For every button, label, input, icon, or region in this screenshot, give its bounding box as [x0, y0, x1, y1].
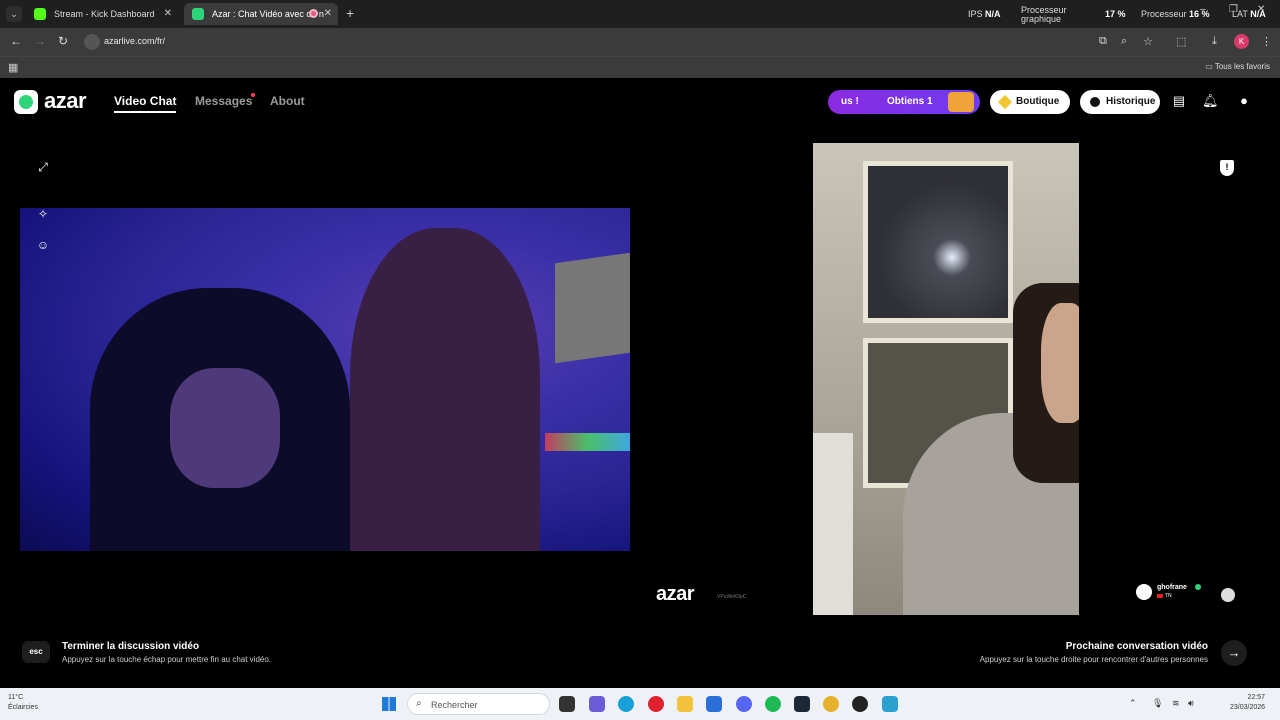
store-app-icon[interactable]	[706, 696, 722, 712]
task-view-icon[interactable]	[559, 696, 575, 712]
peer-camera-feed	[813, 143, 1079, 615]
messages-notification-dot	[251, 93, 255, 97]
reload-icon[interactable]: ↻	[58, 34, 68, 48]
next-chat-subtitle: Appuyez sur la touche droite pour rencon…	[979, 655, 1208, 664]
close-window-icon[interactable]: ✕	[1257, 4, 1265, 15]
file-explorer-icon[interactable]	[677, 696, 693, 712]
microphone-icon[interactable]: 🎙︎	[1152, 698, 1163, 709]
gem-icon	[997, 94, 1013, 110]
end-chat-subtitle: Appuyez sur la touche échap pour mettre …	[62, 655, 272, 664]
bookmarks-bar: ▦ ▭ Tous les favoris	[0, 56, 1280, 78]
restore-window-icon[interactable]: ❐	[1229, 4, 1238, 15]
close-tab-icon[interactable]: ✕	[164, 3, 172, 25]
end-chat-title: Terminer la discussion vidéo	[62, 641, 200, 652]
downloads-icon[interactable]: ⤓	[1212, 35, 1217, 48]
tab-kick-dashboard[interactable]: Stream - Kick Dashboard ✕	[26, 3, 178, 25]
zoom-icon[interactable]: ⌕	[1121, 35, 1127, 48]
taskbar-clock[interactable]: 22:57 23/03/2026	[1230, 693, 1265, 713]
tab-bar: ⌄ Stream - Kick Dashboard ✕ Azar : Chat …	[0, 0, 1280, 28]
new-tab-button[interactable]: +	[346, 5, 354, 21]
nav-messages[interactable]: Messages	[195, 94, 252, 108]
self-camera-feed	[20, 208, 630, 551]
next-chat-arrow-button[interactable]: →	[1221, 640, 1247, 666]
clock-icon	[1090, 97, 1100, 107]
profile-avatar[interactable]: K	[1234, 34, 1249, 49]
tray-chevron-icon[interactable]: ⌃	[1129, 698, 1137, 709]
perf-gpu-value: 17 %	[1105, 9, 1126, 19]
tab-azar[interactable]: Azar : Chat Vidéo avec de n ✕	[184, 3, 338, 25]
next-chat-title: Prochaine conversation vidéo	[1065, 641, 1208, 652]
notification-bell-icon[interactable]: 🔔︎	[1202, 93, 1219, 109]
install-app-icon[interactable]: ⧉	[1099, 35, 1107, 48]
peer-country: TN	[1165, 593, 1172, 599]
close-tab-icon[interactable]: ✕	[324, 3, 332, 25]
all-bookmarks-button[interactable]: ▭ Tous les favoris	[1205, 62, 1270, 71]
obs-icon[interactable]	[852, 696, 868, 712]
azar-watermark: azar	[656, 583, 695, 605]
weather-widget[interactable]: 11°C Éclaircies	[8, 693, 38, 713]
nav-about[interactable]: About	[270, 94, 305, 108]
bookmark-star-icon[interactable]: ☆	[1143, 35, 1153, 48]
windows-start-icon[interactable]	[382, 697, 396, 711]
windows-taskbar: 11°C Éclaircies ⌕ Rechercher ⌃ 🎙︎ ≋ 🔊︎ 2…	[0, 688, 1280, 720]
extensions-icon[interactable]: ⬚	[1176, 35, 1186, 48]
user-profile-icon[interactable]: ●	[1236, 93, 1252, 109]
expand-icon[interactable]: ⤢	[36, 160, 50, 174]
app-icon[interactable]	[882, 696, 898, 712]
taskbar-search[interactable]: ⌕ Rechercher	[407, 693, 550, 715]
gift-icon[interactable]	[1221, 588, 1235, 602]
chrome-icon[interactable]	[823, 696, 839, 712]
kick-favicon-icon	[34, 8, 46, 20]
browser-toolbar: ← → ↻ azarlive.com/fr/ ⧉ ⌕ ☆ ⬚ ⤓ K ⋮	[0, 28, 1280, 56]
shop-button[interactable]: Boutique	[990, 90, 1070, 114]
url-text: azarlive.com/fr/	[104, 36, 166, 46]
opera-icon[interactable]	[648, 696, 664, 712]
recording-indicator-icon	[309, 9, 318, 18]
apps-grid-icon[interactable]: ▦	[8, 61, 18, 74]
azar-logo-icon	[14, 90, 38, 114]
report-shield-icon[interactable]: !	[1220, 160, 1234, 176]
history-button[interactable]: Historique	[1080, 90, 1160, 114]
store-icon[interactable]: ▤	[1171, 93, 1187, 109]
forward-icon[interactable]: →	[34, 34, 46, 48]
address-bar[interactable]: azarlive.com/fr/	[80, 32, 1130, 52]
verified-icon	[1195, 584, 1201, 590]
peer-name: ghofrane	[1157, 584, 1187, 591]
perf-ips: IPS N/A	[968, 9, 1001, 19]
back-icon[interactable]: ←	[10, 34, 22, 48]
azar-page: azar Video Chat Messages About us ! Obti…	[0, 78, 1280, 688]
spotify-icon[interactable]	[765, 696, 781, 712]
tab-search-button[interactable]: ⌄	[6, 6, 22, 22]
sticker-icon[interactable]: ☺	[36, 238, 50, 252]
steam-icon[interactable]	[794, 696, 810, 712]
minimize-window-icon[interactable]: –	[1200, 4, 1206, 15]
azar-favicon-icon	[192, 8, 204, 20]
volume-icon[interactable]: 🔊︎	[1188, 698, 1194, 709]
magic-filter-icon[interactable]: ✧	[36, 207, 50, 221]
tab-title: Azar : Chat Vidéo avec de n	[212, 9, 324, 19]
watermark-id: VPuWeK0pC	[717, 594, 747, 600]
perf-gpu-label: Processeur graphique	[1021, 5, 1067, 24]
flag-icon	[1157, 594, 1163, 598]
search-icon: ⌕	[416, 698, 422, 709]
site-info-icon[interactable]	[84, 34, 100, 50]
menu-icon[interactable]: ⋮	[1261, 35, 1272, 48]
tab-title: Stream - Kick Dashboard	[54, 9, 155, 19]
promo-banner[interactable]: us ! Obtiens 1	[828, 90, 980, 114]
esc-key-button[interactable]: esc	[22, 641, 50, 663]
self-camera-panel: ⤢ ✧ ☺	[20, 150, 630, 610]
nav-video-chat[interactable]: Video Chat	[114, 94, 177, 113]
wifi-icon[interactable]: ≋	[1172, 698, 1180, 709]
edge-icon[interactable]	[618, 696, 634, 712]
peer-avatar	[1136, 584, 1152, 600]
discord-icon[interactable]	[736, 696, 752, 712]
teams-icon[interactable]	[589, 696, 605, 712]
treasure-chest-icon	[948, 92, 974, 112]
